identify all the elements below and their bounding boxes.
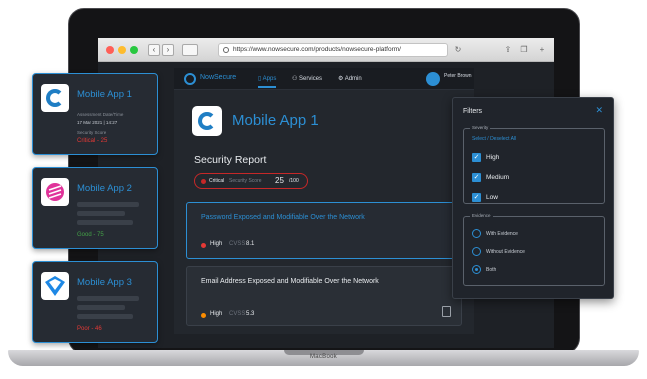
security-score-label: Security Score [77,130,107,135]
placeholder-line [77,305,125,310]
placeholder-line [77,202,139,207]
finding-card[interactable]: Password Exposed and Modifiable Over the… [186,202,462,259]
score-max: /100 [289,178,299,184]
app-brand: NowSecure [200,74,237,81]
placeholder-line [77,220,133,225]
severity-option-label: Low [486,194,498,201]
share-icon[interactable]: ⇪ [502,44,514,56]
evidence-legend: Evidence [470,213,493,218]
filters-panel: Filters ✕ Severity Select / Deselect All… [452,97,614,299]
finding-severity: High [210,311,223,317]
placeholder-line [77,314,133,319]
app-title: Mobile App 1 [232,112,319,129]
app-card-score: Poor - 46 [77,326,102,332]
evidence-option-label: With Evidence [486,231,518,237]
app-card[interactable]: Mobile App 2 Good - 75 [32,167,158,249]
placeholder-line [77,211,125,216]
score-value: 25 [275,176,284,185]
tabs-icon[interactable]: ❐ [518,44,530,56]
app-card-title: Mobile App 2 [77,183,132,194]
reload-icon[interactable]: ↻ [452,44,464,56]
score-level: Critical [209,178,225,184]
radio-icon [472,247,481,256]
laptop-brand-label: MacBook [309,354,338,360]
evidence-option-label: Without Evidence [486,249,525,255]
radio-icon [472,229,481,238]
checkmark-icon: ✓ [472,193,481,202]
checkmark-icon: ✓ [472,173,481,182]
finding-card[interactable]: Email Address Exposed and Modifiable Ove… [186,266,462,326]
app-detail-panel: Mobile App 1 Security Report Critical Se… [174,90,474,334]
severity-filter-group: Severity Select / Deselect All ✓ High ✓ Me… [463,125,605,204]
app-2-logo [41,178,69,206]
radio-selected-icon [472,265,481,274]
marketing-mockup: MacBook ‹ › https://www.nowsecure.com/pr… [0,0,647,379]
cvss-value: 5.3 [246,311,255,317]
select-all-link[interactable]: Select / Deselect All [472,136,516,142]
cvss-value: 8.1 [246,241,255,247]
sidebar-toggle-icon[interactable] [182,44,198,56]
user-name[interactable]: Peter Brown [444,73,472,79]
finding-title: Email Address Exposed and Modifiable Ove… [201,278,379,285]
user-avatar[interactable] [426,72,440,86]
cvss-label: CVSS [229,311,246,317]
new-tab-icon[interactable]: + [536,44,548,56]
nav-tab-admin[interactable]: ⚙ Admin [338,72,362,88]
severity-dot-icon [201,313,206,318]
assessment-date: 17 Mar 2021 | 14:27 [77,120,118,125]
critical-dot-icon [201,179,206,184]
assessment-date-label: Assessment Date/Time [77,112,124,117]
minimize-window-button[interactable] [118,46,126,54]
nav-tab-admin-label: Admin [344,76,362,82]
app-2-logo-mark-icon [46,183,64,201]
severity-option-label: High [486,154,500,161]
app-1-logo [41,84,69,112]
app-card-title: Mobile App 1 [77,89,132,100]
finding-title: Password Exposed and Modifiable Over the… [201,214,365,221]
app-top-nav: NowSecure ▯ Apps ⚇ Services ⚙ Admin Pete… [174,68,474,90]
app-logo-mark-icon [198,112,216,130]
app-card-score: Critical - 25 [77,138,108,144]
app-card[interactable]: Mobile App 3 Poor - 46 [32,261,158,343]
app-1-logo-mark-icon [46,89,64,107]
nav-tab-services[interactable]: ⚇ Services [292,72,322,88]
score-label: Security Score [229,178,262,184]
app-3-logo-mark-icon [45,276,65,296]
cvss-label: CVSS [229,241,246,247]
app-card-title: Mobile App 3 [77,277,132,288]
report-document-icon[interactable] [442,306,451,317]
evidence-filter-group: Evidence With Evidence Without Evidence … [463,213,605,286]
close-icon[interactable]: ✕ [595,106,603,115]
app-3-logo [41,272,69,300]
app-card[interactable]: Mobile App 1 Assessment Date/Time 17 Mar… [32,73,158,155]
severity-option-label: Medium [486,174,510,181]
browser-toolbar: ‹ › https://www.nowsecure.com/products/n… [98,38,554,62]
nowsecure-logo-icon [184,73,196,85]
finding-severity: High [210,241,223,247]
search-icon [223,47,229,53]
maximize-window-button[interactable] [130,46,138,54]
forward-button[interactable]: › [162,44,174,56]
section-title: Security Report [194,154,267,166]
address-bar-url: https://www.nowsecure.com/products/nowse… [233,46,401,53]
severity-legend: Severity [470,125,491,130]
evidence-option-label: Both [486,267,497,273]
address-bar[interactable]: https://www.nowsecure.com/products/nowse… [218,43,448,57]
app-card-score: Good - 75 [77,232,104,238]
close-window-button[interactable] [106,46,114,54]
checkmark-icon: ✓ [472,153,481,162]
filters-title: Filters [463,108,483,115]
placeholder-line [77,296,139,301]
back-button[interactable]: ‹ [148,44,160,56]
severity-dot-icon [201,243,206,248]
nav-tab-apps-label: Apps [262,76,277,82]
nav-tab-services-label: Services [299,76,323,82]
security-score-pill: Critical Security Score 25 /100 [194,173,308,189]
app-logo [192,106,222,136]
nav-tab-apps[interactable]: ▯ Apps [258,72,277,88]
